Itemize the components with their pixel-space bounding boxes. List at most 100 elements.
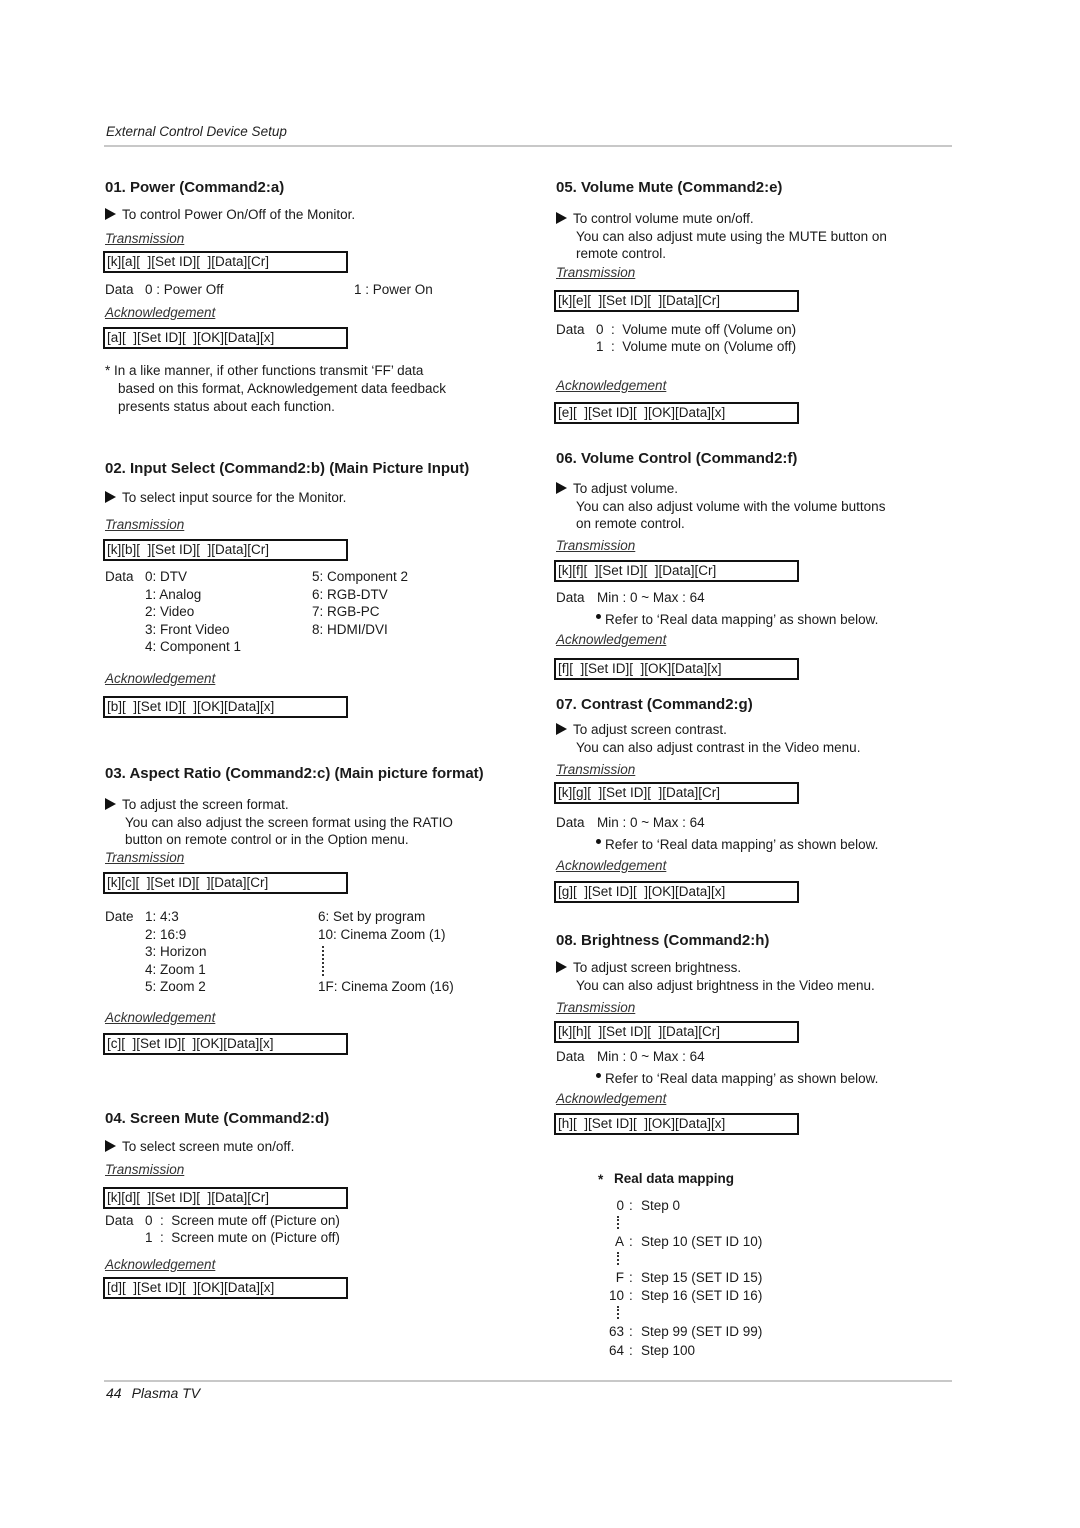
data-item: 2: Video	[145, 604, 195, 619]
ellipsis-dots-icon	[617, 1216, 619, 1229]
section-desc: To control Power On/Off of the Monitor.	[105, 206, 355, 224]
desc-line: remote control.	[576, 246, 667, 261]
acknowledgement-box: [g][ ][Set ID][ ][OK][Data][x]	[554, 881, 799, 903]
data-item: 6: RGB-DTV	[312, 586, 388, 602]
section-title: 06. Volume Control (Command2:f)	[556, 450, 798, 467]
header-rule	[104, 145, 952, 147]
desc-line: To select input source for the Monitor.	[122, 490, 347, 505]
mapping-key: 10	[608, 1288, 624, 1303]
running-header: External Control Device Setup	[106, 124, 287, 139]
mapping-key: 64	[608, 1343, 624, 1358]
data-label: Data	[105, 1213, 134, 1228]
data-item: 1F: Cinema Zoom (16)	[318, 979, 454, 994]
data-item: 2: 16:9	[145, 926, 187, 942]
desc-line: on remote control.	[576, 516, 685, 531]
transmission-label: Transmission	[105, 231, 185, 246]
bullet-dot-icon	[596, 1073, 601, 1078]
page-number: 44	[106, 1385, 122, 1401]
page-footer: 44 Plasma TV	[106, 1385, 210, 1401]
transmission-box: [k][d][ ][Set ID][ ][Data][Cr]	[103, 1187, 348, 1209]
section-title: 03. Aspect Ratio (Command2:c) (Main pict…	[105, 765, 484, 782]
product-name: Plasma TV	[131, 1385, 201, 1401]
transmission-box: [k][h][ ][Set ID][ ][Data][Cr]	[554, 1021, 799, 1043]
mapping-sep: :	[629, 1234, 633, 1249]
bullet-dot-icon	[596, 614, 601, 619]
data-range: Min : 0 ~ Max : 64	[597, 1049, 705, 1064]
acknowledgement-box: [h][ ][Set ID][ ][OK][Data][x]	[554, 1113, 799, 1135]
mapping-title: Real data mapping	[614, 1171, 735, 1186]
data-item: 0 : Screen mute off (Picture on)	[145, 1213, 340, 1228]
transmission-label: Transmission	[556, 1000, 636, 1015]
note-line: based on this format, Acknowledgement da…	[118, 381, 446, 396]
transmission-label: Transmission	[556, 762, 636, 777]
section-title: 08. Brightness (Command2:h)	[556, 932, 770, 949]
data-label: Data	[556, 322, 585, 337]
data-label: Data	[105, 569, 134, 584]
mapping-sep: :	[629, 1343, 633, 1358]
acknowledgement-box: [c][ ][Set ID][ ][OK][Data][x]	[103, 1033, 348, 1055]
transmission-label: Transmission	[556, 538, 636, 553]
acknowledgement-box: [a][ ][Set ID][ ][OK][Data][x]	[103, 327, 348, 349]
ellipsis-dots-icon	[617, 1252, 619, 1265]
data-label: Data	[556, 815, 585, 830]
transmission-label: Transmission	[105, 1162, 185, 1177]
acknowledgement-box: [f][ ][Set ID][ ][OK][Data][x]	[554, 658, 799, 680]
footer-rule	[104, 1380, 952, 1382]
note-text: Refer to ‘Real data mapping’ as shown be…	[605, 612, 879, 627]
ellipsis-dots-icon	[322, 946, 324, 976]
data-list-right: 5: Component 2 6: RGB-DTV 7: RGB-PC 8: H…	[312, 568, 408, 638]
mapping-key: F	[615, 1270, 624, 1285]
transmission-box: [k][b][ ][Set ID][ ][Data][Cr]	[103, 539, 348, 561]
data-label: Data	[556, 1049, 585, 1064]
data-item: 1: 4:3	[145, 909, 179, 924]
acknowledgement-box: [e][ ][Set ID][ ][OK][Data][x]	[554, 402, 799, 424]
acknowledgement-label: Acknowledgement	[556, 1091, 667, 1106]
data-item: 1 : Screen mute on (Picture off)	[145, 1230, 340, 1245]
mapping-sep: :	[629, 1198, 633, 1213]
data-item: 1: Analog	[145, 586, 202, 602]
section-title: 02. Input Select (Command2:b) (Main Pict…	[105, 460, 470, 477]
acknowledgement-label: Acknowledgement	[556, 858, 667, 873]
triangle-bullet-icon	[105, 208, 116, 220]
data-item: 7: RGB-PC	[312, 604, 380, 619]
desc-line: You can also adjust the screen format us…	[125, 814, 453, 830]
desc-line: You can also adjust contrast in the Vide…	[576, 739, 861, 755]
desc-line: To select screen mute on/off.	[122, 1139, 295, 1154]
mapping-star: *	[598, 1172, 604, 1187]
section-desc: To adjust screen brightness. You can als…	[556, 959, 875, 994]
data-note: Refer to ‘Real data mapping’ as shown be…	[596, 836, 878, 854]
data-label: Date	[105, 909, 134, 924]
section-title: 07. Contrast (Command2:g)	[556, 696, 753, 713]
data-item: 3: Horizon	[145, 944, 207, 959]
triangle-bullet-icon	[105, 798, 116, 810]
desc-line: To adjust the screen format.	[122, 797, 289, 812]
desc-line: You can also adjust mute using the MUTE …	[576, 228, 887, 244]
data-list-left: 1: 4:3 2: 16:9 3: Horizon 4: Zoom 1 5: Z…	[145, 908, 207, 996]
transmission-label: Transmission	[105, 517, 185, 532]
note-line: * In a like manner, if other functions t…	[105, 363, 424, 378]
data-item: 5: Zoom 2	[145, 979, 206, 994]
section-desc: To select screen mute on/off.	[105, 1138, 294, 1156]
data-item: 5: Component 2	[312, 569, 409, 584]
data-item: 0: DTV	[145, 569, 188, 584]
desc-line: To adjust screen contrast.	[573, 722, 727, 737]
transmission-box: [k][g][ ][Set ID][ ][Data][Cr]	[554, 782, 799, 804]
data-item: 10: Cinema Zoom (1)	[318, 927, 446, 942]
bullet-dot-icon	[596, 839, 601, 844]
transmission-label: Transmission	[556, 265, 636, 280]
acknowledgement-label: Acknowledgement	[556, 632, 667, 647]
desc-line: To adjust screen brightness.	[573, 960, 742, 975]
mapping-sep: :	[629, 1288, 633, 1303]
mapping-sep: :	[629, 1270, 633, 1285]
transmission-box: [k][f][ ][Set ID][ ][Data][Cr]	[554, 560, 799, 582]
data-value: 0 : Power Off	[145, 282, 224, 297]
mapping-value: Step 15 (SET ID 15)	[641, 1270, 763, 1285]
desc-line: You can also adjust volume with the volu…	[576, 498, 886, 514]
desc-line: button on remote control or in the Optio…	[125, 832, 409, 847]
mapping-value: Step 0	[641, 1198, 681, 1213]
data-list-left: 0: DTV 1: Analog 2: Video 3: Front Video…	[145, 568, 241, 656]
data-item: 6: Set by program	[318, 909, 426, 924]
mapping-key: 0	[616, 1198, 624, 1213]
data-item: 3: Front Video	[145, 621, 230, 637]
desc-line: To control volume mute on/off.	[573, 211, 754, 226]
